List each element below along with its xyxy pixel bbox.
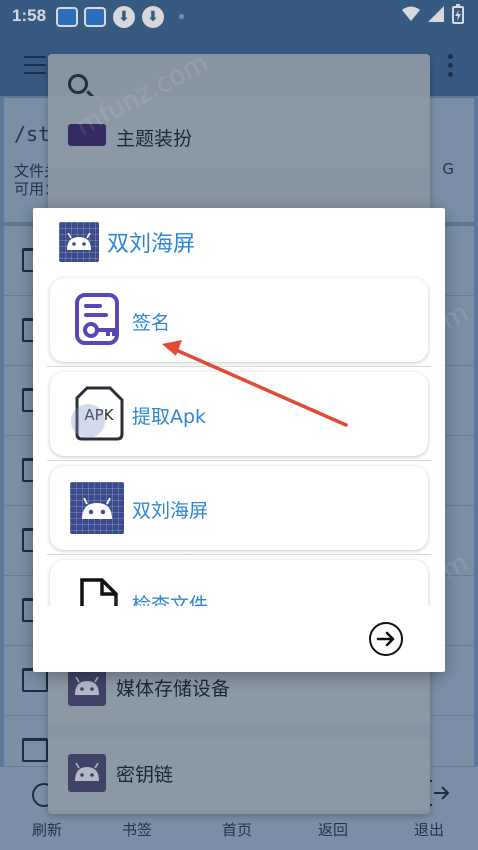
nav-refresh[interactable]: 刷新 <box>32 819 62 840</box>
nav-back[interactable]: 返回 <box>318 819 348 840</box>
dialog-title: 双刘海屏 <box>107 232 196 257</box>
touch-indicator <box>71 404 105 438</box>
hamburger-menu-icon[interactable] <box>24 56 46 74</box>
menu-item-label: 密钥链 <box>116 764 174 786</box>
signature-key-icon <box>72 292 128 348</box>
app-notification-icon <box>56 7 78 27</box>
nav-bookmarks[interactable]: 书签 <box>122 819 152 840</box>
storage-size-suffix: G <box>442 160 454 178</box>
action-option-list: 签名 APK 提取Apk 双刘海屏 检查文件 <box>33 274 445 606</box>
app-notification-icon <box>84 7 106 27</box>
overflow-menu-icon[interactable] <box>448 54 454 81</box>
divider <box>47 460 431 461</box>
download-icon: ⬇ <box>113 6 135 28</box>
signal-icon <box>428 6 444 22</box>
nav-exit[interactable]: 退出 <box>414 819 444 840</box>
notification-dot <box>179 14 184 19</box>
option-extract-apk[interactable]: APK 提取Apk <box>50 372 428 456</box>
menu-item-keychain[interactable]: 密钥链 <box>48 738 430 810</box>
status-icons <box>402 4 464 24</box>
battery-icon <box>452 4 464 24</box>
divider <box>47 554 431 555</box>
wifi-icon <box>402 6 420 21</box>
option-label: 双刘海屏 <box>132 500 209 522</box>
android-icon <box>59 222 99 262</box>
android-icon <box>68 668 106 706</box>
status-bar: 1:58 ⬇ ⬇ <box>0 0 478 34</box>
download-icon: ⬇ <box>142 6 164 28</box>
search-icon[interactable] <box>68 74 88 94</box>
option-label: 提取Apk <box>132 406 207 428</box>
menu-item-label: 媒体存储设备 <box>116 678 231 700</box>
option-label: 签名 <box>132 312 171 334</box>
next-button[interactable] <box>369 622 403 656</box>
option-dual-notch[interactable]: 双刘海屏 <box>50 466 428 550</box>
folder-icon <box>22 738 48 762</box>
arrow-right-circle-icon <box>376 631 395 647</box>
status-time: 1:58 <box>12 6 47 25</box>
android-icon <box>70 482 124 534</box>
menu-item-label: 主题装扮 <box>116 128 193 150</box>
android-icon <box>68 754 106 792</box>
nav-home[interactable]: 首页 <box>222 819 252 840</box>
